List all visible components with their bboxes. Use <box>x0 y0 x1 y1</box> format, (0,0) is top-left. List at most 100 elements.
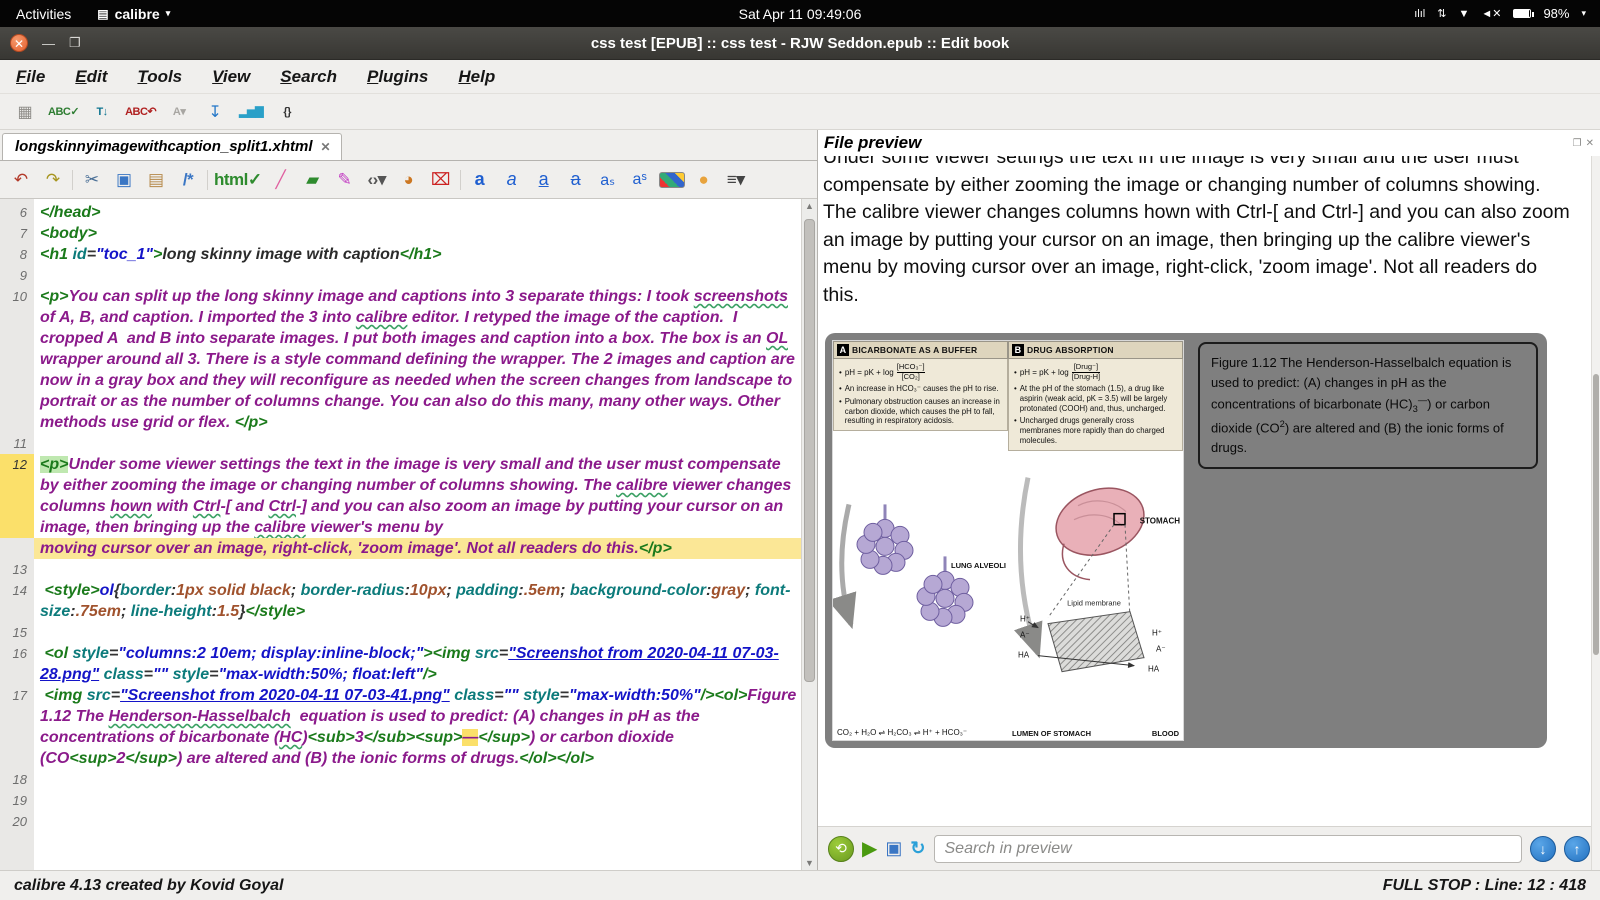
next-match-icon[interactable]: ↓ <box>1530 835 1556 862</box>
tab-close-icon[interactable]: ✕ <box>321 140 331 154</box>
download-arrow-icon[interactable]: ↧ <box>202 99 228 125</box>
close-panel-icon[interactable]: ✕ <box>1586 138 1594 149</box>
comment-icon[interactable]: /* <box>175 167 201 193</box>
chevron-down-icon[interactable]: ▾ <box>1581 8 1586 19</box>
html-check-icon[interactable]: html✓ <box>214 167 262 193</box>
underline-a-icon[interactable]: a <box>531 167 557 193</box>
lipid-membrane-label: Lipid membrane <box>1067 598 1121 607</box>
menu-search[interactable]: Search <box>280 67 337 87</box>
line-number: 11 <box>13 436 28 451</box>
beautify-pen-icon[interactable]: ✎ <box>332 167 358 193</box>
spellcheck-icon[interactable]: ABC✓ <box>48 99 80 125</box>
reload-icon[interactable]: ↻ <box>910 838 925 859</box>
code-row[interactable]: 7 <body> <box>0 223 801 244</box>
menu-help[interactable]: Help <box>458 67 495 87</box>
code-row[interactable]: 19 <box>0 790 801 811</box>
panel-b-frac-num: [Drug⁻] <box>1073 362 1099 371</box>
text-down-arrow-icon[interactable]: T↓ <box>89 99 115 125</box>
braces-icon[interactable]: {} <box>274 99 300 125</box>
activities-button[interactable]: Activities <box>0 6 87 22</box>
menu-plugins[interactable]: Plugins <box>367 67 428 87</box>
code-row[interactable]: 16 <ol style="columns:2 10em; display:in… <box>0 643 801 685</box>
scrollbar-thumb[interactable] <box>804 219 815 683</box>
tab-bar: longskinnyimagewithcaption_split1.xhtml … <box>0 130 817 161</box>
scroll-up-icon[interactable]: ▲ <box>805 199 814 213</box>
save-icon[interactable]: ▣ <box>885 838 902 859</box>
italic-a-icon[interactable]: a <box>499 167 525 193</box>
trash-icon[interactable]: ⌧ <box>428 167 454 193</box>
preview-scrollbar[interactable] <box>1591 130 1600 870</box>
text-color-icon[interactable] <box>658 171 685 188</box>
scroll-down-icon[interactable]: ▼ <box>805 856 814 870</box>
menu-view[interactable]: View <box>212 67 250 87</box>
code-row[interactable]: 15 <box>0 622 801 643</box>
grid-icon[interactable]: ▦ <box>12 99 38 125</box>
code-tags-icon[interactable]: ‹›▾ <box>364 167 390 193</box>
code-row[interactable]: 17 <img src="Screenshot from 2020-04-11 … <box>0 685 801 769</box>
line-number: 15 <box>12 625 27 640</box>
menu-tools[interactable]: Tools <box>137 67 182 87</box>
letter-a-menu-icon[interactable]: A▾ <box>166 99 192 125</box>
system-monitor-icon[interactable]: ılıl <box>1414 8 1425 20</box>
code-row[interactable]: 10 <p>You can split up the long skinny im… <box>0 286 801 433</box>
code-row[interactable]: 12 <p>Under some viewer settings the text… <box>0 454 801 538</box>
preview-toolbar: ⟲ ▶ ▣ ↻ ↓ ↑ <box>818 826 1600 870</box>
code-text: <ol style="columns:2 10em; display:inlin… <box>40 645 779 683</box>
refresh-preview-icon[interactable]: ⟲ <box>828 835 854 862</box>
minimize-window-button[interactable]: — <box>42 36 55 51</box>
network-icon[interactable]: ▼ <box>1458 8 1469 20</box>
background-color-icon[interactable]: ● <box>691 167 717 193</box>
search-input[interactable] <box>933 834 1522 863</box>
menu-file[interactable]: File <box>16 67 45 87</box>
menu-edit[interactable]: Edit <box>75 67 107 87</box>
code-editor[interactable]: 6 </head> 7 <body> 8 <h1 id="toc_1">long skin… <box>0 199 817 870</box>
code-row[interactable]: moving cursor over an image, right-click… <box>0 538 801 559</box>
paste-icon[interactable]: ▤ <box>143 167 169 193</box>
clock[interactable]: Sat Apr 11 09:49:06 <box>739 6 862 22</box>
close-window-button[interactable]: ✕ <box>10 34 28 52</box>
cut-icon[interactable]: ✂ <box>79 167 105 193</box>
code-row[interactable]: 20 <box>0 811 801 832</box>
code-row[interactable]: 13 <box>0 559 801 580</box>
superscript-icon[interactable]: aˢ <box>627 167 653 193</box>
code-row[interactable]: 6 </head> <box>0 202 801 223</box>
subscript-icon[interactable]: aₛ <box>595 167 621 193</box>
code-row[interactable]: 18 <box>0 769 801 790</box>
color-wheel-icon[interactable]: ◕ <box>396 167 422 193</box>
align-menu-icon[interactable]: ≡▾ <box>723 167 749 193</box>
strikethrough-a-icon[interactable]: a <box>563 167 589 193</box>
code-row[interactable]: 11 <box>0 433 801 454</box>
code-row[interactable]: 9 <box>0 265 801 286</box>
green-book-icon[interactable]: ▰ <box>300 167 326 193</box>
editor-pane: longskinnyimagewithcaption_split1.xhtml … <box>0 130 818 870</box>
code-row[interactable]: 14 <style>ol{border:1px solid black; bor… <box>0 580 801 622</box>
system-tray: ılıl ⇅ ▼ ◄✕ 98% ▾ <box>1414 6 1600 21</box>
float-panel-icon[interactable]: ❐ <box>1573 138 1582 149</box>
line-number: 13 <box>12 562 27 577</box>
pink-slash-icon[interactable]: ╱ <box>268 167 294 193</box>
copy-icon[interactable]: ▣ <box>111 167 137 193</box>
editor-scrollbar[interactable]: ▲ ▼ <box>801 199 817 870</box>
line-number: 9 <box>19 268 27 283</box>
line-number <box>0 538 34 559</box>
redo-icon[interactable]: ↷ <box>40 167 66 193</box>
bold-a-icon[interactable]: a <box>467 167 493 193</box>
play-icon[interactable]: ▶ <box>862 836 877 861</box>
app-menu[interactable]: ▤ calibre ▾ <box>87 6 180 22</box>
undo-icon[interactable]: ↶ <box>8 167 34 193</box>
maximize-window-button[interactable]: ❐ <box>69 35 81 51</box>
preview-content[interactable]: Under some viewer settings the text in t… <box>818 156 1600 826</box>
input-source-icon[interactable]: ⇅ <box>1437 7 1446 20</box>
volume-muted-icon[interactable]: ◄✕ <box>1481 7 1501 20</box>
panel-a-illustration: LUNG ALVEOLI <box>827 431 1008 726</box>
scrollbar-thumb[interactable] <box>1593 374 1599 656</box>
text-replace-icon[interactable]: ABC↶ <box>125 99 157 125</box>
code-row[interactable]: 8 <h1 id="toc_1">long skinny image with c… <box>0 244 801 265</box>
tab-xhtml-file[interactable]: longskinnyimagewithcaption_split1.xhtml … <box>2 133 342 160</box>
previous-match-icon[interactable]: ↑ <box>1564 835 1590 862</box>
membrane-mark: H⁺ <box>1020 614 1030 623</box>
figure-bullet: • Pulmonary obstruction causes an increas… <box>839 396 1000 426</box>
tab-label: longskinnyimagewithcaption_split1.xhtml <box>15 138 313 155</box>
bar-chart-icon[interactable]: ▂▅▇ <box>238 99 264 125</box>
